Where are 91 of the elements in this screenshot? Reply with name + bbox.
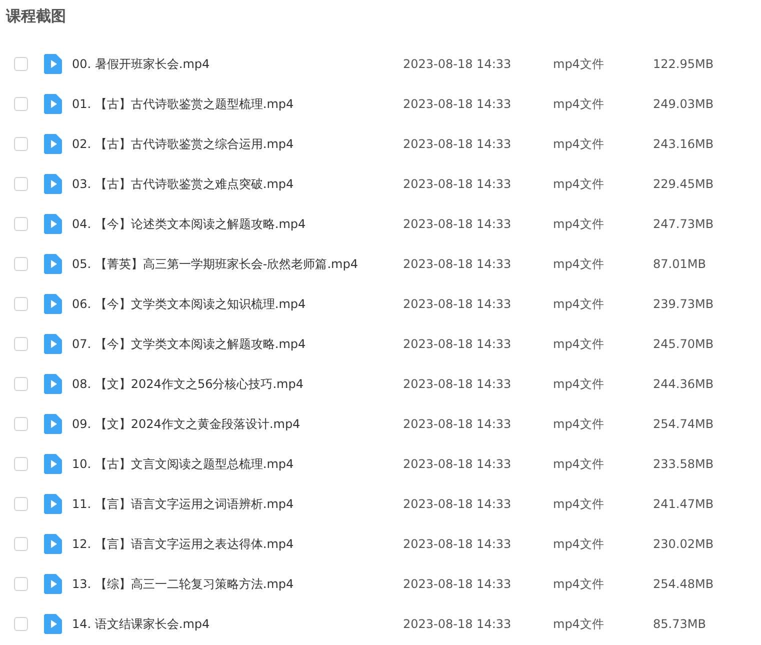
checkbox[interactable] — [14, 217, 28, 231]
file-size: 244.36MB — [653, 377, 715, 391]
file-type: mp4文件 — [553, 56, 605, 72]
file-date: 2023-08-18 14:33 — [403, 57, 512, 71]
file-name[interactable]: 10. 【古】文言文阅读之题型总梳理.mp4 — [72, 456, 403, 472]
file-name[interactable]: 14. 语文结课家长会.mp4 — [72, 616, 403, 632]
checkbox[interactable] — [14, 297, 28, 311]
file-type: mp4文件 — [553, 416, 605, 432]
file-size: 247.73MB — [653, 217, 715, 231]
checkbox[interactable] — [14, 457, 28, 471]
video-file-icon — [44, 214, 62, 234]
video-file-icon — [44, 134, 62, 154]
checkbox[interactable] — [14, 497, 28, 511]
checkbox[interactable] — [14, 617, 28, 631]
video-file-icon — [44, 494, 62, 514]
file-type: mp4文件 — [553, 136, 605, 152]
file-type: mp4文件 — [553, 536, 605, 552]
file-type: mp4文件 — [553, 336, 605, 352]
file-type: mp4文件 — [553, 576, 605, 592]
file-name[interactable]: 00. 暑假开班家长会.mp4 — [72, 56, 403, 72]
video-file-icon — [44, 414, 62, 434]
file-date: 2023-08-18 14:33 — [403, 617, 512, 631]
file-date: 2023-08-18 14:33 — [403, 137, 512, 151]
checkbox[interactable] — [14, 137, 28, 151]
checkbox[interactable] — [14, 257, 28, 271]
file-size: 122.95MB — [653, 57, 715, 71]
file-size: 230.02MB — [653, 537, 715, 551]
video-file-icon — [44, 94, 62, 114]
file-name[interactable]: 03. 【古】古代诗歌鉴赏之难点突破.mp4 — [72, 176, 403, 192]
file-type: mp4文件 — [553, 496, 605, 512]
video-file-icon — [44, 254, 62, 274]
video-file-icon — [44, 54, 62, 74]
file-type: mp4文件 — [553, 616, 605, 632]
checkbox[interactable] — [14, 337, 28, 351]
file-type: mp4文件 — [553, 456, 605, 472]
file-type: mp4文件 — [553, 176, 605, 192]
file-name[interactable]: 04. 【今】论述类文本阅读之解题攻略.mp4 — [72, 216, 403, 232]
file-name[interactable]: 05. 【菁英】高三第一学期班家长会-欣然老师篇.mp4 — [72, 256, 403, 272]
file-type: mp4文件 — [553, 256, 605, 272]
file-name[interactable]: 02. 【古】古代诗歌鉴赏之综合运用.mp4 — [72, 136, 403, 152]
video-file-icon — [44, 174, 62, 194]
file-date: 2023-08-18 14:33 — [403, 577, 512, 591]
file-date: 2023-08-18 14:33 — [403, 177, 512, 191]
checkbox[interactable] — [14, 577, 28, 591]
file-type: mp4文件 — [553, 296, 605, 312]
file-date: 2023-08-18 14:33 — [403, 297, 512, 311]
file-name[interactable]: 12. 【言】语言文字运用之表达得体.mp4 — [72, 536, 403, 552]
video-file-icon — [44, 294, 62, 314]
checkbox[interactable] — [14, 177, 28, 191]
video-file-icon — [44, 454, 62, 474]
video-file-icon — [44, 614, 62, 634]
video-file-icon — [44, 374, 62, 394]
file-size: 85.73MB — [653, 617, 707, 631]
file-name[interactable]: 08. 【文】2024作文之56分核心技巧.mp4 — [72, 376, 403, 392]
file-size: 239.73MB — [653, 297, 715, 311]
file-name[interactable]: 09. 【文】2024作文之黄金段落设计.mp4 — [72, 416, 403, 432]
page-title: 课程截图 — [6, 6, 67, 27]
checkbox[interactable] — [14, 537, 28, 551]
file-date: 2023-08-18 14:33 — [403, 497, 512, 511]
file-date: 2023-08-18 14:33 — [403, 217, 512, 231]
file-size: 249.03MB — [653, 97, 715, 111]
checkbox[interactable] — [14, 417, 28, 431]
file-size: 241.47MB — [653, 497, 715, 511]
file-size: 254.48MB — [653, 577, 715, 591]
file-date: 2023-08-18 14:33 — [403, 537, 512, 551]
file-date: 2023-08-18 14:33 — [403, 97, 512, 111]
file-type: mp4文件 — [553, 376, 605, 392]
checkbox[interactable] — [14, 377, 28, 391]
file-name[interactable]: 06. 【今】文学类文本阅读之知识梳理.mp4 — [72, 296, 403, 312]
file-size: 243.16MB — [653, 137, 715, 151]
checkbox[interactable] — [14, 97, 28, 111]
file-date: 2023-08-18 14:33 — [403, 377, 512, 391]
file-size: 87.01MB — [653, 257, 707, 271]
file-date: 2023-08-18 14:33 — [403, 257, 512, 271]
file-type: mp4文件 — [553, 96, 605, 112]
file-name[interactable]: 07. 【今】文学类文本阅读之解题攻略.mp4 — [72, 336, 403, 352]
file-date: 2023-08-18 14:33 — [403, 457, 512, 471]
file-size: 245.70MB — [653, 337, 715, 351]
file-size: 254.74MB — [653, 417, 715, 431]
file-date: 2023-08-18 14:33 — [403, 417, 512, 431]
file-date: 2023-08-18 14:33 — [403, 337, 512, 351]
file-size: 233.58MB — [653, 457, 715, 471]
file-name[interactable]: 01. 【古】古代诗歌鉴赏之题型梳理.mp4 — [72, 96, 403, 112]
video-file-icon — [44, 574, 62, 594]
video-file-icon — [44, 534, 62, 554]
video-file-icon — [44, 334, 62, 354]
file-type: mp4文件 — [553, 216, 605, 232]
file-size: 229.45MB — [653, 177, 715, 191]
file-name[interactable]: 13. 【综】高三一二轮复习策略方法.mp4 — [72, 576, 403, 592]
checkbox[interactable] — [14, 57, 28, 71]
file-name[interactable]: 11. 【言】语言文字运用之词语辨析.mp4 — [72, 496, 403, 512]
